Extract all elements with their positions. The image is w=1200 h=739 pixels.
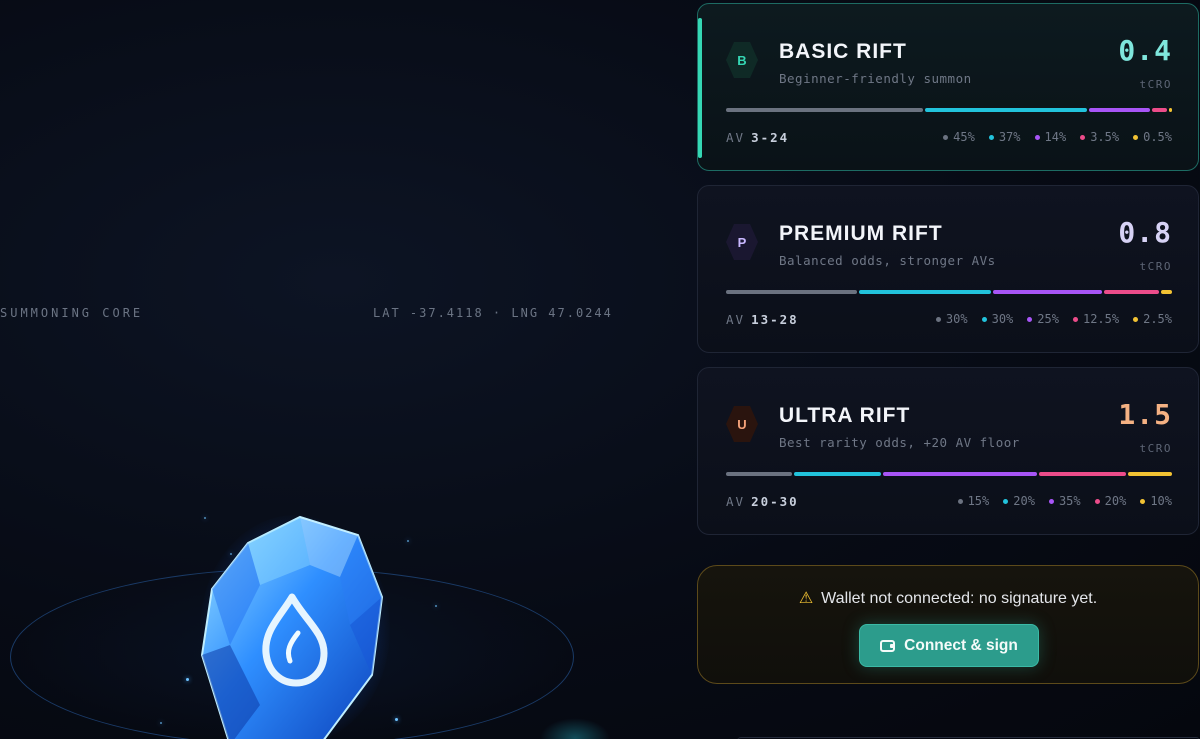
odds-legend-epic: 20% [1094,494,1126,508]
tier-dot-icon [943,134,949,140]
wallet-status-message: ⚠ Wallet not connected: no signature yet. [798,590,1098,607]
odds-legend-rare: 35% [1048,494,1081,508]
sparkle [186,678,189,681]
odds-legend-rare: 25% [1027,312,1059,326]
water-drop-crystal-icon[interactable] [190,505,400,739]
connect-and-sign-button[interactable]: Connect & sign [859,624,1039,667]
tier-dot-icon [1034,134,1040,140]
odds-legend-epic: 12.5% [1072,312,1119,326]
odds-bar [726,290,1173,294]
av-range: AV 20-30 [726,494,799,509]
odds-legend-common: 30% [935,312,968,326]
tier-dot-icon [1027,316,1033,322]
tier-dot-icon [988,134,994,140]
odds-bar [726,108,1172,112]
rift-title: ULTRA RIFT [779,404,911,427]
odds-legend-common: 15% [957,494,989,508]
odds-segment-rare [883,472,1037,476]
rift-description: Beginner-friendly summon [779,71,972,86]
tier-dot-icon [1048,498,1054,504]
av-range: AV 13-28 [726,312,799,327]
odds-segment-uncommon [793,472,882,476]
tier-dot-icon [1094,498,1100,504]
rift-currency: tCRO [1139,260,1172,273]
rift-card-ultra[interactable]: U ULTRA RIFT Best rarity odds, +20 AV fl… [697,367,1199,535]
odds-legend-common: 45% [943,130,975,144]
rift-currency: tCRO [1139,78,1172,91]
summoning-core-label: SUMMONING CORE [0,306,144,320]
odds-segment-legendary [1161,290,1173,294]
odds-segment-rare [992,290,1103,294]
sparkle [160,722,162,724]
tier-dot-icon [957,498,963,504]
rift-title: BASIC RIFT [779,40,907,63]
odds-segment-rare [1088,108,1150,112]
warning-triangle-icon: ⚠ [798,590,814,607]
odds-segment-uncommon [924,108,1087,112]
odds-legend: 15% 20% 35% 20% 10% [957,494,1172,508]
odds-legend-legendary: 0.5% [1133,130,1172,144]
odds-segment-epic [1038,472,1127,476]
odds-bar [726,472,1172,476]
rift-card-basic[interactable]: B BASIC RIFT Beginner-friendly summon 0.… [697,3,1199,171]
ambient-glow [540,718,610,739]
rift-card-premium[interactable]: P PREMIUM RIFT Balanced odds, stronger A… [697,185,1199,353]
tier-dot-icon [981,316,987,322]
odds-segment-common [726,472,792,476]
rift-price: 0.4 [1118,34,1172,67]
odds-legend-epic: 3.5% [1080,130,1119,144]
rift-badge-basic: B [726,42,758,78]
odds-legend-uncommon: 37% [988,130,1021,144]
rift-badge-ultra: U [726,406,758,442]
coordinates-readout: LAT -37.4118 · LNG 47.0244 [373,306,613,320]
rift-currency: tCRO [1139,442,1172,455]
odds-segment-epic [1151,108,1167,112]
wallet-icon [880,639,896,652]
tier-dot-icon [1133,316,1139,322]
rift-title: PREMIUM RIFT [779,222,943,245]
odds-legend: 30% 30% 25% 12.5% 2.5% [935,312,1172,326]
odds-segment-common [726,290,858,294]
rift-price: 1.5 [1118,398,1172,431]
odds-legend-rare: 14% [1034,130,1066,144]
odds-legend-uncommon: 20% [1003,494,1035,508]
tier-dot-icon [935,316,941,322]
odds-legend: 45% 37% 14% 3.5% 0.5% [943,130,1172,144]
rift-badge-premium: P [726,224,758,260]
tier-dot-icon [1140,498,1146,504]
av-range: AV 3-24 [726,130,790,145]
sparkle [407,540,409,542]
tier-dot-icon [1133,134,1139,140]
odds-segment-epic [1104,290,1160,294]
summoning-core-panel: SUMMONING CORE LAT -37.4118 · LNG 47.024… [0,0,690,739]
odds-segment-legendary [1128,472,1172,476]
rift-price: 0.8 [1118,216,1172,249]
tier-dot-icon [1072,316,1078,322]
tier-dot-icon [1003,498,1009,504]
sparkle [435,605,437,607]
odds-legend-legendary: 10% [1140,494,1172,508]
odds-segment-common [726,108,923,112]
odds-legend-legendary: 2.5% [1133,312,1172,326]
tier-dot-icon [1080,134,1086,140]
rift-description: Balanced odds, stronger AVs [779,253,996,268]
rift-description: Best rarity odds, +20 AV floor [779,435,1020,450]
wallet-status-panel: ⚠ Wallet not connected: no signature yet.… [697,565,1199,684]
odds-segment-uncommon [859,290,991,294]
odds-legend-uncommon: 30% [981,312,1013,326]
odds-segment-legendary [1169,108,1172,112]
